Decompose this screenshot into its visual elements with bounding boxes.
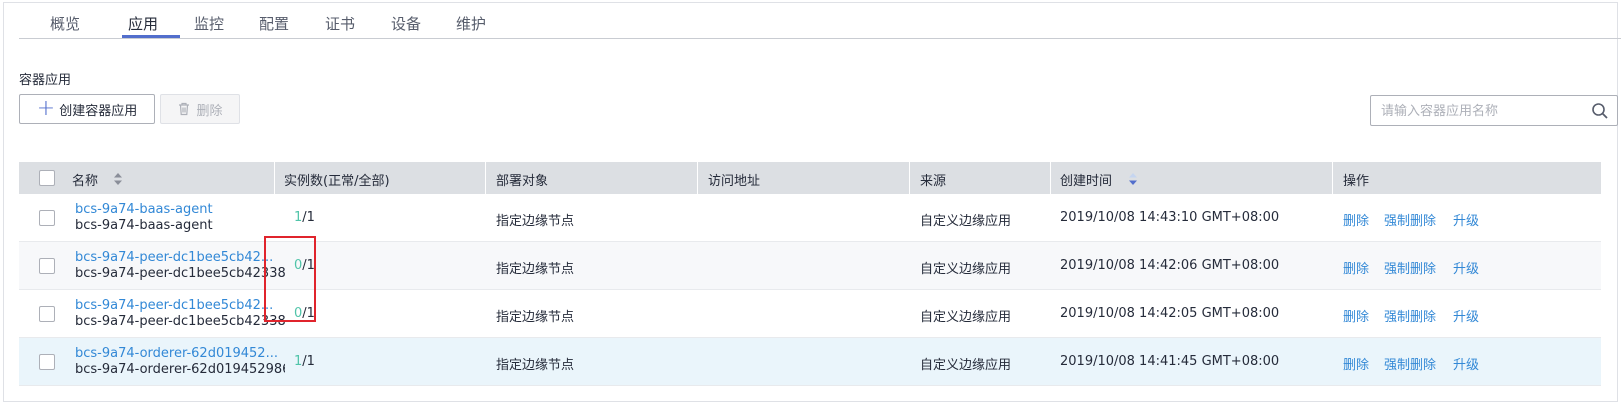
app-name-full: bcs-9a74-peer-dc1bee5cb423381: [75, 314, 285, 329]
created-time: 2019/10/08 14:43:10 GMT+08:00: [1060, 210, 1280, 225]
source: 自定义边缘应用: [920, 262, 1012, 277]
tab-monitoring[interactable]: 监控: [194, 13, 224, 34]
instance-count: 1/1: [294, 354, 315, 369]
table-row: bcs-9a74-orderer-62d019452... bcs-9a74-o…: [19, 338, 1601, 386]
app-name-link[interactable]: bcs-9a74-peer-dc1bee5cb42...: [75, 298, 285, 314]
section-title: 容器应用: [19, 73, 72, 88]
app-name-full: bcs-9a74-orderer-62d019452986e: [75, 362, 285, 377]
tab-certificates[interactable]: 证书: [325, 13, 355, 34]
apps-table: 名称 实例数(正常/全部) 部署对象 访问地址 来源 创建时间 操作 bcs-9…: [19, 162, 1601, 386]
force-delete-action[interactable]: 强制删除: [1384, 306, 1436, 325]
created-time: 2019/10/08 14:42:05 GMT+08:00: [1060, 306, 1280, 321]
column-divider: [1332, 162, 1333, 194]
sort-active-icon[interactable]: [1129, 173, 1137, 185]
header-actions: 操作: [1343, 174, 1370, 189]
column-divider: [485, 162, 486, 194]
select-all-checkbox[interactable]: [39, 170, 55, 186]
header-created-time: 创建时间: [1060, 174, 1113, 189]
upgrade-action[interactable]: 升级: [1453, 354, 1479, 373]
delete-label: 删除: [196, 103, 223, 119]
instances-total: /1: [302, 354, 315, 369]
tab-configuration[interactable]: 配置: [259, 13, 289, 34]
table-row: bcs-9a74-peer-dc1bee5cb42... bcs-9a74-pe…: [19, 242, 1601, 290]
app-name-full: bcs-9a74-peer-dc1bee5cb423381: [75, 266, 285, 281]
app-name-link[interactable]: bcs-9a74-baas-agent: [75, 202, 285, 218]
deploy-target: 指定边缘节点: [496, 214, 575, 229]
row-checkbox[interactable]: [39, 306, 55, 322]
row-checkbox[interactable]: [39, 210, 55, 226]
column-divider: [274, 162, 275, 194]
delete-action[interactable]: 删除: [1343, 306, 1369, 325]
source: 自定义边缘应用: [920, 310, 1012, 325]
app-name-link[interactable]: bcs-9a74-peer-dc1bee5cb42...: [75, 250, 285, 266]
force-delete-action[interactable]: 强制删除: [1384, 258, 1436, 277]
delete-action[interactable]: 删除: [1343, 210, 1369, 229]
source: 自定义边缘应用: [920, 358, 1012, 373]
header-name: 名称: [72, 174, 99, 189]
app-name-link[interactable]: bcs-9a74-orderer-62d019452...: [75, 346, 285, 362]
deploy-target: 指定边缘节点: [496, 310, 575, 325]
column-divider: [697, 162, 698, 194]
tab-overview[interactable]: 概览: [50, 13, 80, 34]
trash-icon: [179, 102, 190, 116]
deploy-target: 指定边缘节点: [496, 358, 575, 373]
upgrade-action[interactable]: 升级: [1453, 210, 1479, 229]
name-cell: bcs-9a74-peer-dc1bee5cb42... bcs-9a74-pe…: [75, 250, 285, 282]
sort-icon[interactable]: [114, 173, 122, 185]
instances-total: /1: [302, 210, 315, 225]
tab-devices[interactable]: 设备: [391, 13, 421, 34]
row-checkbox[interactable]: [39, 354, 55, 370]
create-app-button[interactable]: + 创建容器应用: [19, 94, 155, 124]
force-delete-action[interactable]: 强制删除: [1384, 210, 1436, 229]
column-divider: [909, 162, 910, 194]
name-cell: bcs-9a74-orderer-62d019452... bcs-9a74-o…: [75, 346, 285, 378]
created-time: 2019/10/08 14:42:06 GMT+08:00: [1060, 258, 1280, 273]
search-box: [1370, 95, 1618, 126]
search-icon[interactable]: [1591, 102, 1609, 120]
name-cell: bcs-9a74-baas-agent bcs-9a74-baas-agent: [75, 202, 285, 234]
delete-button[interactable]: 删除: [160, 94, 240, 124]
header-instances: 实例数(正常/全部): [284, 174, 390, 189]
app-name-full: bcs-9a74-baas-agent: [75, 218, 213, 233]
header-source: 来源: [920, 174, 947, 189]
tab-bar: 概览 应用 监控 配置 证书 设备 维护: [19, 3, 1621, 39]
column-divider: [1050, 162, 1051, 194]
upgrade-action[interactable]: 升级: [1453, 306, 1479, 325]
delete-action[interactable]: 删除: [1343, 258, 1369, 277]
deploy-target: 指定边缘节点: [496, 262, 575, 277]
tab-applications[interactable]: 应用: [128, 13, 158, 34]
create-app-label: 创建容器应用: [59, 103, 138, 119]
name-cell: bcs-9a74-peer-dc1bee5cb42... bcs-9a74-pe…: [75, 298, 285, 330]
table-header: 名称 实例数(正常/全部) 部署对象 访问地址 来源 创建时间 操作: [19, 162, 1601, 194]
search-input[interactable]: [1381, 102, 1581, 120]
active-tab-indicator: [122, 35, 180, 38]
table-row: bcs-9a74-peer-dc1bee5cb42... bcs-9a74-pe…: [19, 290, 1601, 338]
instance-count: 1/1: [294, 210, 315, 225]
created-time: 2019/10/08 14:41:45 GMT+08:00: [1060, 354, 1280, 369]
app-frame: 概览 应用 监控 配置 证书 设备 维护 容器应用 + 创建容器应用 删除 名称: [3, 2, 1621, 402]
source: 自定义边缘应用: [920, 214, 1012, 229]
force-delete-action[interactable]: 强制删除: [1384, 354, 1436, 373]
header-deploy-target: 部署对象: [496, 174, 549, 189]
tab-maintenance[interactable]: 维护: [456, 13, 486, 34]
upgrade-action[interactable]: 升级: [1453, 258, 1479, 277]
delete-action[interactable]: 删除: [1343, 354, 1369, 373]
table-row: bcs-9a74-baas-agent bcs-9a74-baas-agent …: [19, 194, 1601, 242]
annotation-highlight-box: [264, 236, 316, 322]
plus-icon: +: [36, 96, 56, 121]
header-access-address: 访问地址: [708, 174, 761, 189]
row-checkbox[interactable]: [39, 258, 55, 274]
